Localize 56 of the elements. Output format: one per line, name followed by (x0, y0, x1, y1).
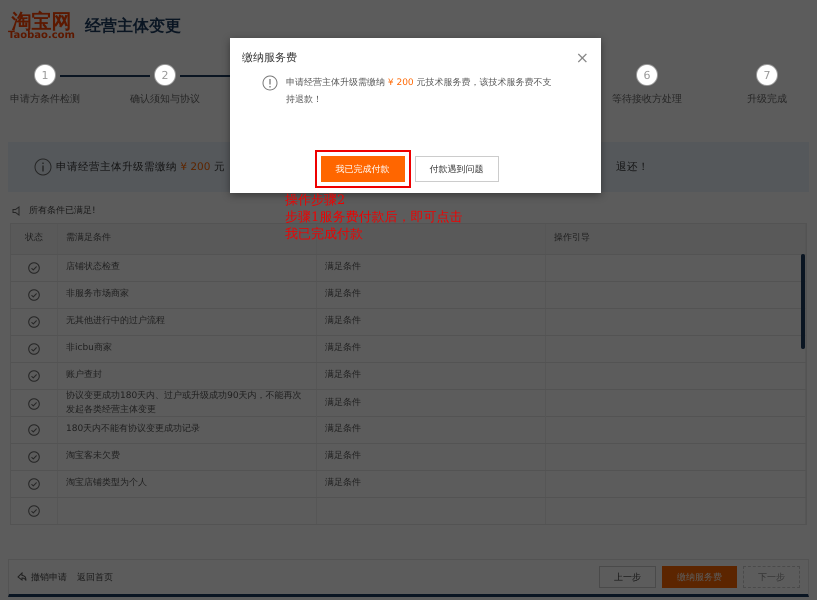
footer-button[interactable]: 缴纳服务费 (662, 566, 737, 588)
column-header: 状态 (11, 224, 58, 254)
annotation-text: 我已完成付款 (285, 226, 364, 244)
notice-text: 退还！ (616, 160, 649, 174)
check-circle-icon (28, 451, 40, 463)
table-cell: 非服务市场商家 (58, 282, 317, 308)
logo-subtitle: Taobao.com (8, 31, 75, 41)
check-circle-icon (28, 370, 40, 382)
step-number: 1 (34, 64, 56, 86)
close-button[interactable]: × (576, 48, 589, 67)
table-cell: 满足条件 (317, 444, 546, 470)
check-circle-icon (28, 424, 40, 436)
table-cell: 淘宝客未欠费 (58, 444, 317, 470)
step-number: 2 (154, 64, 176, 86)
table-cell: 淘宝店铺类型为个人 (58, 471, 317, 497)
info-icon (34, 158, 52, 176)
table-cell: 满足条件 (317, 417, 546, 443)
dialog-title: 缴纳服务费 (242, 50, 297, 65)
check-circle-icon (28, 398, 40, 410)
cancel-link[interactable]: 撤销申请 (17, 570, 67, 584)
table-cell: 满足条件 (317, 390, 546, 417)
home-link[interactable]: 返回首页 (77, 570, 113, 584)
table-cell: 满足条件 (317, 282, 546, 308)
table-cell: 满足条件 (317, 309, 546, 335)
check-circle-icon (28, 343, 40, 355)
step-number: 7 (756, 64, 778, 86)
logo: 淘宝网 (11, 11, 72, 31)
dialog-button[interactable]: 我已完成付款 (320, 156, 404, 182)
table-cell: 满足条件 (317, 363, 546, 389)
table-cell: 满足条件 (317, 336, 546, 362)
undo-icon (17, 572, 27, 582)
scrollbar[interactable] (801, 254, 805, 349)
table-cell: 无其他进行中的过户流程 (58, 309, 317, 335)
check-circle-icon (28, 289, 40, 301)
dialog-button[interactable]: 付款遇到问题 (414, 156, 498, 182)
check-circle-icon (28, 505, 40, 517)
warning-icon (262, 75, 278, 91)
table-cell: 协议变更成功180天内、过户或升级成功90天内，不能再次发起各类经营主体变更 (58, 390, 317, 417)
table-cell: 满足条件 (317, 471, 546, 497)
step-number: 6 (636, 64, 658, 86)
table-cell: 账户查封 (58, 363, 317, 389)
check-circle-icon (28, 262, 40, 274)
table-cell: 非icbu商家 (58, 336, 317, 362)
footer-button[interactable]: 上一步 (599, 566, 656, 588)
annotation-text: 步骤1服务费付款后，即可点击 (285, 210, 462, 227)
page-title: 经营主体变更 (84, 16, 181, 36)
conditions-status: 所有条件已满足! (29, 204, 96, 217)
dialog-message: 申请经营主体升级需缴纳 ¥ 200 元技术服务费，该技术服务费不支持退款！ (286, 76, 553, 108)
check-circle-icon (28, 478, 40, 490)
table-cell: 满足条件 (317, 255, 546, 281)
check-circle-icon (28, 316, 40, 328)
table-cell: 店铺状态检查 (58, 255, 317, 281)
column-header: 操作引导 (546, 224, 806, 254)
notice-text: 申请经营主体升级需缴纳 ¥ 200 元 (56, 160, 225, 174)
table-cell: 180天内不能有协议变更成功记录 (58, 417, 317, 443)
annotation-text: 操作步骤2 (285, 193, 346, 210)
